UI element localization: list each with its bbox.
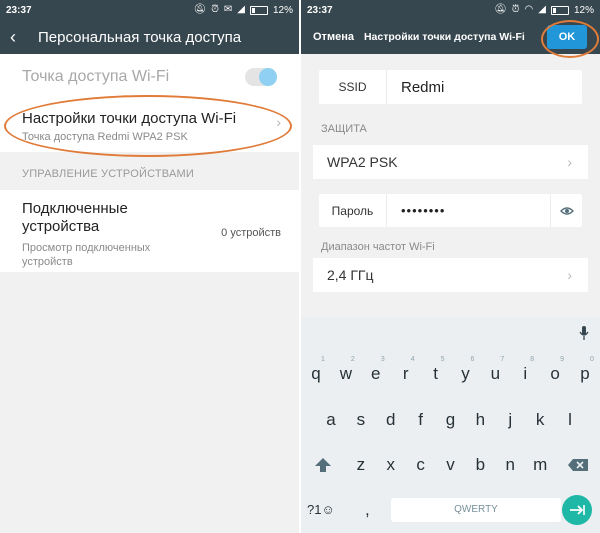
chevron-right-icon: ›	[567, 267, 572, 283]
key[interactable]: 1q	[301, 354, 331, 394]
mail-icon: ✉	[223, 4, 233, 15]
notification-mute-icon: 🔕︎	[193, 4, 207, 15]
ssid-input[interactable]: Redmi	[387, 79, 582, 96]
key[interactable]: d	[376, 400, 406, 440]
notification-mute-icon: 🔕︎	[494, 4, 507, 15]
backspace-icon[interactable]	[556, 445, 600, 485]
key[interactable]: n	[495, 445, 525, 485]
signal-icon: ◢	[237, 4, 245, 15]
key[interactable]: 8i	[510, 354, 540, 394]
keyboard-toolbar	[301, 318, 600, 350]
battery-icon	[550, 5, 569, 15]
microphone-icon[interactable]	[579, 325, 589, 346]
connected-devices-item[interactable]: Подключенные устройства Просмотр подключ…	[0, 190, 299, 272]
battery-percent: 12%	[573, 4, 594, 16]
key[interactable]: m	[525, 445, 555, 485]
key[interactable]: 6y	[451, 354, 481, 394]
key[interactable]: l	[555, 400, 585, 440]
key-row-2: a s d f g h j k l	[301, 400, 600, 440]
key[interactable]: g	[436, 400, 466, 440]
band-select[interactable]: 2,4 ГГц ›	[313, 258, 588, 292]
battery-icon	[249, 5, 268, 15]
status-time: 23:37	[6, 4, 32, 16]
band-caption: Диапазон частот Wi-Fi	[321, 241, 435, 253]
security-caption: ЗАЩИТА	[321, 123, 367, 135]
back-icon[interactable]: ‹	[10, 28, 28, 46]
chevron-right-icon: ›	[567, 154, 572, 170]
wifi-hotspot-toggle[interactable]	[245, 68, 277, 86]
password-field[interactable]: Пароль ••••••••	[319, 194, 582, 227]
key[interactable]: z	[346, 445, 376, 485]
battery-percent: 12%	[272, 4, 293, 16]
key[interactable]: v	[436, 445, 466, 485]
cancel-button[interactable]: Отмена	[313, 31, 354, 43]
device-count: 0 устройств	[221, 227, 281, 239]
key[interactable]: j	[495, 400, 525, 440]
page-title: Настройки точки доступа Wi-Fi	[363, 31, 525, 43]
section-header: УПРАВЛЕНИЕ УСТРОЙСТВАМИ	[22, 168, 194, 180]
key[interactable]: k	[525, 400, 555, 440]
space-bar[interactable]: QWERTY	[391, 498, 561, 522]
right-screen: 23:37 🔕︎ ⏰︎ ◠ ◢ 12% Отмена Настройки точ…	[301, 0, 600, 533]
key[interactable]: 4r	[391, 354, 421, 394]
connected-devices-title: Подключенные устройства	[22, 200, 128, 235]
key[interactable]: h	[465, 400, 495, 440]
status-bar: 23:37 🔕︎ ⏰︎ ◠ ◢ 12%	[301, 0, 600, 20]
wifi-hotspot-row[interactable]: Точка доступа Wi-Fi	[0, 54, 299, 100]
highlight-ring	[541, 20, 599, 58]
keyboard: 1q 2w 3e 4r 5t 6y 7u 8i 9o 0p a s d f g …	[301, 318, 600, 533]
connected-devices-subtitle: Просмотр подключенных устройств	[22, 242, 151, 268]
title-bar: Отмена Настройки точки доступа Wi-Fi OK	[301, 20, 600, 58]
shift-icon[interactable]	[301, 445, 345, 485]
key[interactable]: b	[465, 445, 495, 485]
security-select[interactable]: WPA2 PSK ›	[313, 145, 588, 179]
band-value: 2,4 ГГц	[327, 267, 374, 283]
key[interactable]: 3e	[361, 354, 391, 394]
key-row-1: 1q 2w 3e 4r 5t 6y 7u 8i 9o 0p	[301, 354, 600, 394]
left-screen: 23:37 🔕︎ ⏰︎ ✉ ◢ 12% ‹ Персональная точка…	[0, 0, 299, 533]
key[interactable]: s	[346, 400, 376, 440]
key[interactable]: 2w	[331, 354, 361, 394]
signal-icon: ◢	[538, 4, 546, 15]
key[interactable]: f	[406, 400, 436, 440]
key-row-3: z x c v b n m	[301, 445, 600, 485]
ssid-label: SSID	[319, 70, 387, 104]
page-title: Персональная точка доступа	[38, 28, 242, 46]
comma-key[interactable]: ,	[365, 490, 370, 530]
wifi-icon: ◠	[524, 4, 534, 15]
ssid-field[interactable]: SSID Redmi	[319, 70, 582, 104]
wifi-hotspot-label: Точка доступа Wi-Fi	[22, 68, 170, 85]
key[interactable]: 0p	[570, 354, 600, 394]
key[interactable]: 5t	[421, 354, 451, 394]
alarm-icon: ⏰︎	[211, 4, 219, 15]
password-input[interactable]: ••••••••	[387, 203, 550, 218]
highlight-ring	[4, 95, 292, 157]
eye-icon[interactable]	[550, 194, 582, 227]
key[interactable]: x	[376, 445, 406, 485]
key-row-4: ?1☺ , QWERTY .	[301, 490, 600, 530]
symbols-key[interactable]: ?1☺	[307, 490, 335, 530]
alarm-icon: ⏰︎	[511, 4, 520, 15]
key[interactable]: 9o	[540, 354, 570, 394]
password-label: Пароль	[319, 194, 387, 227]
status-time: 23:37	[307, 4, 333, 16]
status-bar: 23:37 🔕︎ ⏰︎ ✉ ◢ 12%	[0, 0, 299, 20]
key[interactable]: a	[316, 400, 346, 440]
key[interactable]: 7u	[480, 354, 510, 394]
key[interactable]: c	[406, 445, 436, 485]
toggle-knob	[259, 68, 277, 86]
security-value: WPA2 PSK	[327, 154, 398, 170]
enter-icon[interactable]	[562, 495, 592, 525]
title-bar: ‹ Персональная точка доступа	[0, 20, 299, 54]
